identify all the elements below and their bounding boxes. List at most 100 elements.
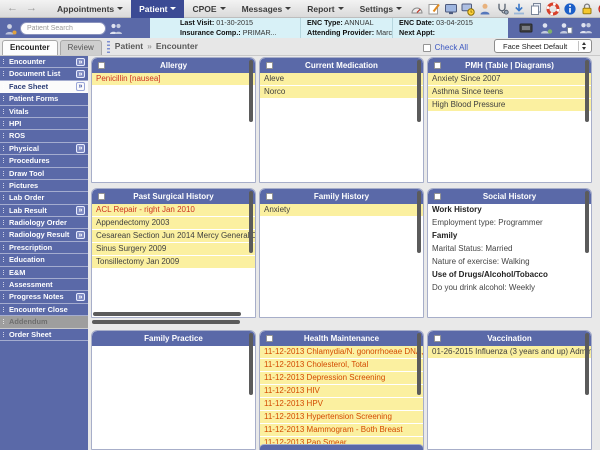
list-item[interactable]: Asthma Since teens bbox=[428, 86, 591, 99]
check-all[interactable]: Check All bbox=[422, 43, 468, 52]
panel-checkbox[interactable] bbox=[434, 62, 441, 69]
horizontal-scrollbar[interactable] bbox=[92, 320, 240, 324]
list-item[interactable]: Cesarean Section Jun 2014 Mercy General … bbox=[92, 230, 255, 243]
submenu-arrow-icon[interactable]: » bbox=[76, 69, 85, 79]
list-item[interactable]: 11-12-2013 Chlamydia/N. gonorrhoeae DNA,… bbox=[260, 346, 423, 359]
sidebar-item-education[interactable]: Education bbox=[0, 254, 88, 267]
sidebar-item-progress-notes[interactable]: Progress Notes» bbox=[0, 291, 88, 304]
list-item[interactable]: Sinus Surgery 2009 bbox=[92, 243, 255, 256]
menu-report[interactable]: Report bbox=[299, 0, 351, 18]
panel-checkbox[interactable] bbox=[434, 335, 441, 342]
sidebar-item-order-sheet[interactable]: Order Sheet bbox=[0, 329, 88, 341]
vertical-scrollbar[interactable] bbox=[249, 333, 253, 395]
panel-header-past-surgical-history[interactable]: Past Surgical History bbox=[92, 189, 255, 204]
panel-checkbox[interactable] bbox=[434, 193, 441, 200]
sidebar-item-radiology-result[interactable]: Radiology Result» bbox=[0, 229, 88, 242]
submenu-arrow-icon[interactable]: » bbox=[76, 206, 85, 215]
lock-icon[interactable] bbox=[580, 2, 594, 16]
list-item[interactable]: Tonsillectomy Jan 2009 bbox=[92, 256, 255, 269]
sidebar-item-lab-result[interactable]: Lab Result» bbox=[0, 205, 88, 218]
sidebar-item-vitals[interactable]: Vitals bbox=[0, 106, 88, 118]
sidebar-item-prescription[interactable]: Prescription bbox=[0, 242, 88, 255]
forward-button[interactable]: → bbox=[22, 0, 41, 17]
panel-header-social-history[interactable]: Social History bbox=[428, 189, 591, 204]
list-item[interactable]: 11-12-2013 Cholesterol, Total bbox=[260, 359, 423, 372]
panel-checkbox[interactable] bbox=[266, 335, 273, 342]
back-button[interactable]: ← bbox=[3, 0, 22, 17]
kiosk-icon[interactable] bbox=[519, 21, 534, 35]
patients-group-icon[interactable] bbox=[579, 21, 594, 35]
list-item[interactable]: Nature of exercise: Walking bbox=[428, 256, 591, 269]
panel-checkbox[interactable] bbox=[98, 193, 105, 200]
panel-header-family-history[interactable]: Family History bbox=[260, 189, 423, 204]
panel-checkbox[interactable] bbox=[266, 193, 273, 200]
sidebar-item-lab-order[interactable]: Lab Order bbox=[0, 192, 88, 205]
sidebar-item-procedures[interactable]: Procedures bbox=[0, 155, 88, 168]
sidebar-item-assessment[interactable]: Assessment bbox=[0, 279, 88, 292]
sidebar-item-patient-forms[interactable]: Patient Forms bbox=[0, 93, 88, 106]
list-item[interactable]: 11-12-2013 Mammogram - Both Breast bbox=[260, 424, 423, 437]
menu-settings[interactable]: Settings bbox=[352, 0, 411, 18]
panel-header-current-medication[interactable]: Current Medication bbox=[260, 58, 423, 73]
sidebar-item-pictures[interactable]: Pictures bbox=[0, 180, 88, 193]
sidebar-item-hpi[interactable]: HPI bbox=[0, 118, 88, 131]
tab-review[interactable]: Review bbox=[59, 40, 102, 55]
list-item[interactable]: Family bbox=[428, 230, 591, 243]
user-icon[interactable] bbox=[4, 22, 17, 35]
gauge-icon[interactable] bbox=[410, 2, 424, 16]
list-item[interactable]: Appendectomy 2003 bbox=[92, 217, 255, 230]
panel-checkbox[interactable] bbox=[266, 62, 273, 69]
list-item[interactable]: 11-12-2013 HPV bbox=[260, 398, 423, 411]
sidebar-item-e-m[interactable]: E&M bbox=[0, 267, 88, 280]
vertical-scrollbar[interactable] bbox=[585, 333, 589, 395]
vertical-scrollbar[interactable] bbox=[249, 191, 253, 253]
list-item[interactable]: Anxiety Since 2007 bbox=[428, 73, 591, 86]
list-item[interactable]: Work History bbox=[428, 204, 591, 217]
vertical-scrollbar[interactable] bbox=[417, 191, 421, 253]
face-sheet-view-select[interactable]: Face Sheet Default bbox=[494, 39, 592, 53]
sidebar-item-physical[interactable]: Physical» bbox=[0, 143, 88, 156]
panel-header-vaccination[interactable]: Vaccination bbox=[428, 331, 591, 346]
panel-header-allergy[interactable]: Allergy bbox=[92, 58, 255, 73]
list-item[interactable]: 11-12-2013 Hypertension Screening bbox=[260, 411, 423, 424]
list-item[interactable]: Penicillin [nausea] bbox=[92, 73, 255, 86]
vertical-scrollbar[interactable] bbox=[585, 191, 589, 253]
panel-header-pmh-table-diagrams[interactable]: PMH (Table | Diagrams) bbox=[428, 58, 591, 73]
patient-search-input[interactable] bbox=[20, 21, 106, 35]
life-ring-icon[interactable] bbox=[546, 2, 560, 16]
list-item[interactable]: High Blood Pressure bbox=[428, 99, 591, 112]
check-all-checkbox[interactable] bbox=[422, 43, 431, 52]
list-item[interactable]: Norco bbox=[260, 86, 423, 99]
list-item[interactable]: 01-26-2015 Influenza (3 years and up) Ad… bbox=[428, 346, 591, 359]
list-item[interactable]: Do you drink alcohol: Weekly bbox=[428, 282, 591, 295]
monitor-clock-icon[interactable] bbox=[461, 2, 475, 16]
vertical-scrollbar[interactable] bbox=[249, 60, 253, 122]
submenu-arrow-icon[interactable]: » bbox=[76, 144, 85, 153]
submenu-arrow-icon[interactable]: » bbox=[76, 292, 85, 302]
sidebar-item-radiology-order[interactable]: Radiology Order bbox=[0, 217, 88, 230]
person-icon[interactable] bbox=[478, 2, 492, 16]
vertical-scrollbar[interactable] bbox=[585, 60, 589, 122]
submenu-arrow-icon[interactable]: » bbox=[76, 230, 85, 240]
tab-encounter[interactable]: Encounter bbox=[2, 40, 58, 55]
copy-documents-icon[interactable] bbox=[529, 2, 543, 16]
list-item[interactable]: 11-12-2013 HIV bbox=[260, 385, 423, 398]
stethoscope-icon[interactable] bbox=[495, 2, 509, 16]
list-item[interactable]: Anxiety bbox=[260, 204, 423, 217]
sidebar-item-draw-tool[interactable]: Draw Tool bbox=[0, 168, 88, 180]
panel-header-health-maintenance[interactable]: Health Maintenance bbox=[260, 331, 423, 346]
panel-checkbox[interactable] bbox=[98, 62, 105, 69]
sidebar-item-document-list[interactable]: Document List» bbox=[0, 68, 88, 81]
submenu-arrow-icon[interactable]: » bbox=[76, 57, 85, 66]
menu-patient[interactable]: Patient bbox=[131, 0, 185, 18]
monitor-icon[interactable] bbox=[444, 2, 458, 16]
sidebar-item-face-sheet[interactable]: Face Sheet» bbox=[0, 80, 88, 94]
list-item[interactable]: Marital Status: Married bbox=[428, 243, 591, 256]
patient-portal-icon[interactable] bbox=[539, 21, 554, 35]
vertical-scrollbar[interactable] bbox=[417, 60, 421, 122]
list-item[interactable]: Use of Drugs/Alcohol/Tobacco bbox=[428, 269, 591, 282]
menu-messages[interactable]: Messages bbox=[234, 0, 300, 18]
compose-icon[interactable] bbox=[427, 2, 441, 16]
sidebar-item-encounter[interactable]: Encounter» bbox=[0, 56, 88, 69]
sidebar-item-encounter-close[interactable]: Encounter Close bbox=[0, 304, 88, 317]
